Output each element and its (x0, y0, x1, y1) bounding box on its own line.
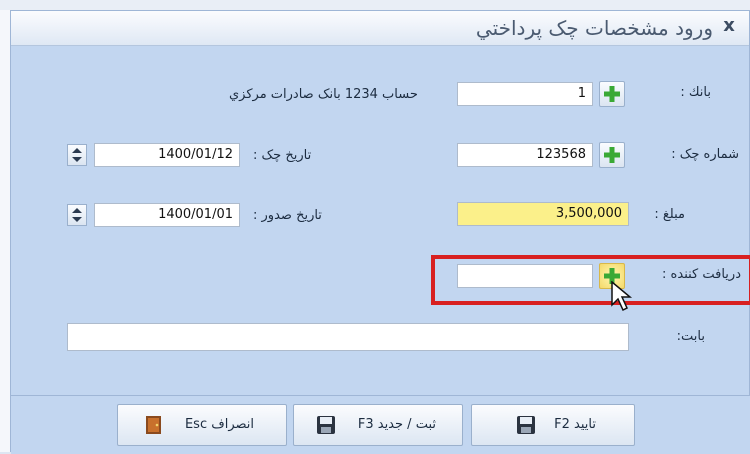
confirm-button-label: تاييد F2 (554, 417, 596, 432)
regarding-label: بابت: (676, 329, 705, 344)
check-number-label: شماره چک : (671, 147, 739, 162)
title-bar: ورود مشخصات چک پرداختي x (11, 11, 749, 46)
bank-code-field[interactable]: 1 (457, 82, 593, 106)
button-bar: تاييد F2 ثبت / جديد F3 انصراف Esc (11, 395, 750, 454)
screen-frame: ورود مشخصات چک پرداختي x بانك : 1 حساب 1… (0, 0, 750, 454)
check-date-field[interactable]: 1400/01/12 (94, 143, 240, 167)
check-number-field[interactable]: 123568 (457, 143, 593, 167)
dialog-window: ورود مشخصات چک پرداختي x بانك : 1 حساب 1… (10, 10, 750, 454)
plus-icon (604, 147, 620, 163)
spin-updown-icon (72, 208, 82, 222)
issue-date-field[interactable]: 1400/01/01 (94, 203, 240, 227)
issue-date-spinner[interactable] (67, 204, 87, 226)
mouse-cursor-icon (611, 281, 633, 312)
top-strip (0, 0, 750, 10)
save-icon (317, 416, 335, 434)
save-new-button[interactable]: ثبت / جديد F3 (293, 404, 463, 446)
amount-field[interactable]: 3,500,000 (457, 202, 629, 226)
plus-icon (604, 86, 620, 102)
cancel-button[interactable]: انصراف Esc (117, 404, 287, 446)
save-new-button-label: ثبت / جديد F3 (357, 417, 436, 432)
check-number-add-button[interactable] (599, 142, 625, 168)
highlight-box (431, 255, 750, 305)
save-icon (517, 416, 535, 434)
check-date-spinner[interactable] (67, 144, 87, 166)
bank-label: بانك : (680, 85, 711, 100)
exit-door-icon (146, 416, 161, 434)
amount-label: مبلغ : (654, 207, 685, 222)
check-date-label: تاريخ چک : (253, 148, 312, 163)
confirm-button[interactable]: تاييد F2 (471, 404, 635, 446)
issue-date-label: تاريخ صدور : (253, 208, 322, 223)
cancel-button-label: انصراف Esc (184, 417, 254, 432)
spin-updown-icon (72, 148, 82, 162)
bank-add-button[interactable] (599, 81, 625, 107)
window-title: ورود مشخصات چک پرداختي (475, 16, 713, 40)
close-icon[interactable]: x (719, 15, 739, 37)
regarding-field[interactable] (67, 323, 629, 351)
bank-account-name: حساب 1234 بانک صادرات مرکزي (229, 87, 418, 102)
